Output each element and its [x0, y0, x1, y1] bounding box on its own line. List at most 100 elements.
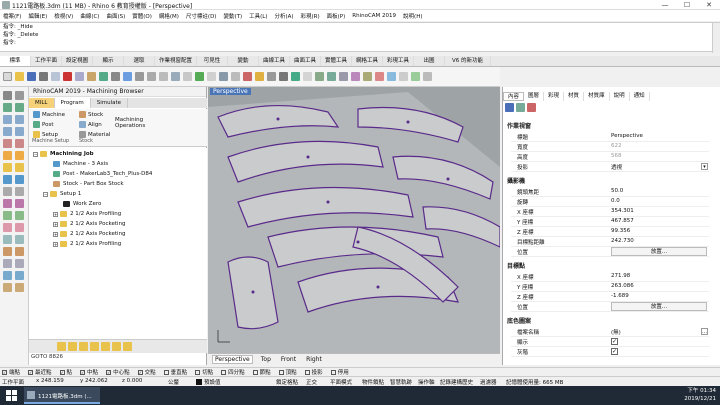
- cplane-icon[interactable]: [195, 72, 204, 81]
- paste-icon[interactable]: [87, 72, 96, 81]
- undo-icon[interactable]: [99, 72, 108, 81]
- boolean-icon[interactable]: [15, 163, 24, 172]
- taskbar-clock[interactable]: 下午 01:34 2019/12/21: [684, 387, 716, 403]
- osnap-project[interactable]: 投影: [304, 368, 323, 376]
- menu-rhinocam[interactable]: RhinoCAM 2019: [352, 13, 396, 19]
- menu-analyze[interactable]: 分析(A): [274, 12, 293, 20]
- contour-icon[interactable]: [15, 283, 24, 292]
- text-icon[interactable]: [15, 175, 24, 184]
- osnap-knot[interactable]: 節點: [252, 368, 271, 376]
- post-output-icon[interactable]: [79, 342, 88, 351]
- point-icon[interactable]: [15, 91, 24, 100]
- tab-layers[interactable]: 圖層: [524, 92, 545, 101]
- extrude-icon[interactable]: [15, 151, 24, 160]
- block-icon[interactable]: [15, 259, 24, 268]
- extra-tool-icon[interactable]: [423, 72, 432, 81]
- menu-render[interactable]: 彩現(R): [301, 12, 320, 20]
- expand-icon[interactable]: +: [53, 221, 58, 227]
- tab-drafting[interactable]: 出圖: [414, 56, 445, 66]
- tab-notifications[interactable]: 通知: [630, 92, 650, 101]
- status-planar[interactable]: 平面模式: [330, 378, 352, 386]
- setup-button[interactable]: Setup: [33, 131, 58, 138]
- view-tab-perspective[interactable]: Perspective: [212, 355, 253, 364]
- open-folder-icon[interactable]: [15, 72, 24, 81]
- taskbar-rhino-item[interactable]: 1121電路板.3dm (...: [24, 387, 100, 404]
- minimize-button[interactable]: —: [654, 0, 676, 10]
- zoom-window-icon[interactable]: [147, 72, 156, 81]
- tab-new-in-v6[interactable]: V6 的新功能: [445, 56, 491, 66]
- simulate-icon[interactable]: [68, 342, 77, 351]
- collapse-icon[interactable]: −: [33, 151, 38, 157]
- align-button[interactable]: Align: [79, 121, 102, 128]
- tab-viewport-layout[interactable]: 作業視窗配置: [155, 56, 197, 66]
- tree-op-profiling-2[interactable]: +2 1/2 Axis Profiling: [53, 241, 121, 247]
- tab-library[interactable]: 材質庫: [584, 92, 610, 101]
- menu-help[interactable]: 說明(H): [403, 12, 422, 20]
- copy-tool-icon[interactable]: [15, 211, 24, 220]
- view-tab-right[interactable]: Right: [304, 356, 324, 363]
- toolpath-icon[interactable]: [90, 342, 99, 351]
- solid-icon[interactable]: [3, 163, 12, 172]
- lens-field[interactable]: 50.0: [611, 188, 623, 194]
- status-ortho[interactable]: 正交: [306, 378, 317, 386]
- select-arrow-icon[interactable]: [3, 91, 12, 100]
- polyline-icon[interactable]: [15, 103, 24, 112]
- surface-icon[interactable]: [3, 151, 12, 160]
- print-icon[interactable]: [39, 72, 48, 81]
- four-views-icon[interactable]: [183, 72, 192, 81]
- tab-rendering[interactable]: 彩現: [544, 92, 565, 101]
- show-checkbox[interactable]: ✓: [611, 338, 618, 345]
- torus-icon[interactable]: [351, 72, 360, 81]
- help-icon[interactable]: [411, 72, 420, 81]
- zoom-icon[interactable]: [135, 72, 144, 81]
- copy-icon[interactable]: [75, 72, 84, 81]
- tree-op-profiling-1[interactable]: +2 1/2 Axis Profiling: [53, 211, 121, 217]
- expand-icon[interactable]: +: [53, 211, 58, 217]
- tree-op-pocketing-2[interactable]: +2 1/2 Axis Pocketing: [53, 231, 126, 237]
- target-y-field[interactable]: 263.086: [611, 283, 634, 289]
- tab-materials[interactable]: 材質: [564, 92, 585, 101]
- split-icon[interactable]: [3, 199, 12, 208]
- object-props-icon[interactable]: [516, 103, 525, 112]
- rotate-icon[interactable]: [3, 223, 12, 232]
- ellipse-icon[interactable]: [3, 127, 12, 136]
- post-button[interactable]: Post: [33, 121, 54, 128]
- target-distance-field[interactable]: 242.730: [611, 238, 634, 244]
- viewport-props-icon[interactable]: [505, 103, 514, 112]
- group-icon[interactable]: [3, 259, 12, 268]
- dimension-icon[interactable]: [3, 247, 12, 256]
- osnap-near[interactable]: ✓ 最近點: [28, 368, 52, 376]
- osnap-vertex[interactable]: 頂點: [278, 368, 297, 376]
- target-x-field[interactable]: 271.98: [611, 273, 630, 279]
- tab-curve-tools[interactable]: 曲線工具: [259, 56, 290, 66]
- menu-solid[interactable]: 實體(O): [132, 12, 152, 20]
- tree-machine[interactable]: Machine - 3 Axis: [53, 161, 108, 167]
- array-icon[interactable]: [15, 235, 24, 244]
- menu-view[interactable]: 檢視(V): [54, 12, 73, 20]
- analyze-icon[interactable]: [15, 247, 24, 256]
- rectangle-icon[interactable]: [3, 139, 12, 148]
- explode-icon[interactable]: [3, 271, 12, 280]
- tab-render-tools[interactable]: 彩現工具: [383, 56, 414, 66]
- camera-z-field[interactable]: 99.356: [611, 228, 630, 234]
- settings-icon[interactable]: [123, 342, 132, 351]
- mirror-icon[interactable]: [3, 235, 12, 244]
- tree-stock[interactable]: Stock - Part Box Stock: [53, 181, 124, 187]
- polygon-icon[interactable]: [15, 127, 24, 136]
- status-osnap[interactable]: 物件鎖點: [362, 378, 384, 386]
- project-icon[interactable]: [3, 283, 12, 292]
- menu-transform[interactable]: 變動(T): [223, 12, 242, 20]
- camera-y-field[interactable]: 467.857: [611, 218, 634, 224]
- offset-icon[interactable]: [15, 271, 24, 280]
- tab-cplanes[interactable]: 工作平面: [31, 56, 62, 66]
- tab-surface-tools[interactable]: 曲面工具: [290, 56, 321, 66]
- expand-icon[interactable]: +: [53, 241, 58, 247]
- status-gumball[interactable]: 操作軸: [418, 378, 435, 386]
- scale-icon[interactable]: [15, 223, 24, 232]
- environment-icon[interactable]: [387, 72, 396, 81]
- view-tab-top[interactable]: Top: [259, 356, 273, 363]
- material-icon[interactable]: [375, 72, 384, 81]
- collapse-icon[interactable]: −: [43, 191, 48, 197]
- machining-operations-button[interactable]: Machining Operations: [115, 117, 145, 129]
- new-file-icon[interactable]: [3, 72, 12, 81]
